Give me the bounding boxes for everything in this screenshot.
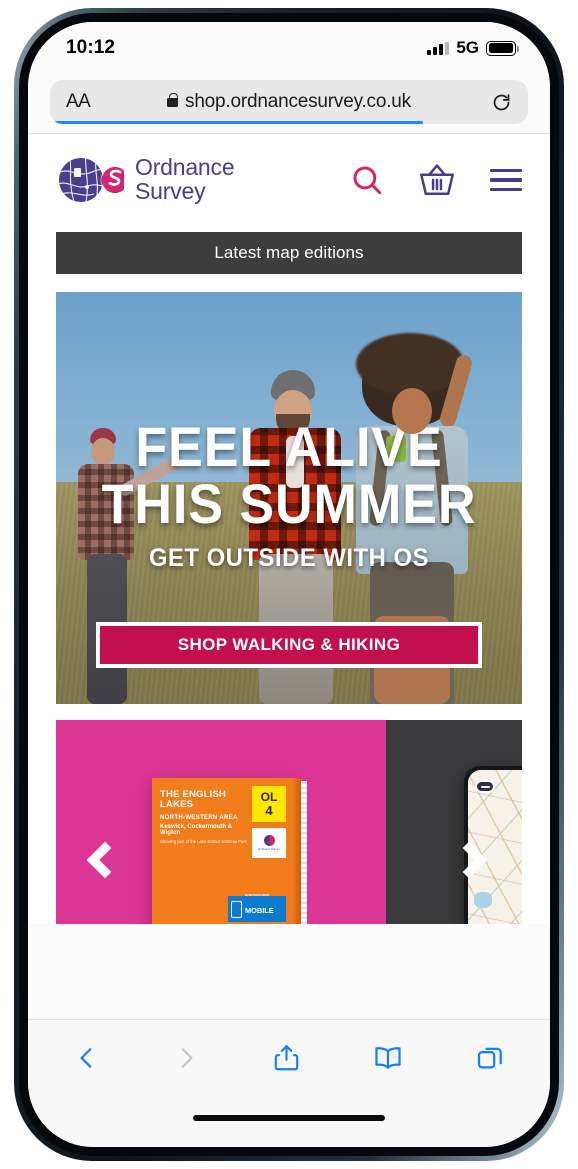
ribbon-label: Latest map editions — [214, 243, 364, 262]
chevron-left-icon — [86, 841, 124, 879]
carousel-prev-button[interactable] — [82, 837, 128, 883]
mobile-download-badge: NOW INCLUDES MOBILE DOWNLOAD — [228, 893, 286, 922]
address-bar[interactable]: AA shop.ordnancesurvey.co.uk — [50, 80, 528, 124]
brand-line-1: Ordnance — [135, 154, 235, 181]
book-icon[interactable] — [373, 1043, 403, 1078]
status-bar: 10:12 5G — [28, 22, 550, 74]
page-load-progress — [50, 121, 423, 124]
site-header: Ordnance Survey — [28, 134, 550, 226]
back-chevron-icon[interactable] — [74, 1043, 100, 1078]
map-area: NORTH-WESTERN AREA — [160, 813, 238, 821]
carousel-slide-maps[interactable]: THE ENGLISH LAKES NORTH-WESTERN AREA Kes… — [56, 720, 386, 924]
mobile-badge-text: NOW INCLUDES MOBILE DOWNLOAD — [245, 884, 274, 924]
map-sheet-prefix: OL — [260, 790, 278, 804]
screenshot-stage: 10:12 5G AA shop.ordnancesurvey.co.uk Or… — [0, 0, 578, 1169]
address-bar-center: shop.ordnancesurvey.co.uk — [50, 91, 528, 113]
map-sheet-number: 4 — [265, 803, 273, 818]
brand-line-2: Survey — [135, 178, 206, 204]
os-chip-caption: Ordnance Survey — [258, 848, 280, 851]
mobile-badge-line-1: NOW INCLUDES — [245, 892, 270, 897]
forward-chevron-icon — [173, 1043, 199, 1078]
status-indicators: 5G — [427, 38, 520, 58]
hero-banner[interactable]: FEEL ALIVE THIS SUMMER GET OUTSIDE WITH … — [56, 292, 522, 704]
os-logo-mini-icon — [263, 835, 275, 846]
cta-label: SHOP WALKING & HIKING — [177, 635, 401, 654]
mockup-water — [473, 892, 492, 908]
map-spine — [292, 778, 301, 924]
mobile-badge-line-2: MOBILE — [245, 905, 274, 915]
map-note: Showing part of the Lake District Nation… — [160, 838, 247, 844]
latest-map-editions-banner[interactable]: Latest map editions — [56, 232, 522, 274]
map-places: Keswick, Cockermouth & Wigton — [160, 823, 233, 836]
header-actions — [350, 163, 522, 197]
mockup-menu-icon — [475, 780, 495, 793]
status-clock: 10:12 — [66, 37, 116, 58]
carousel-slide-app[interactable] — [386, 720, 522, 924]
hero-headline-line-1: FEEL ALIVE — [135, 415, 443, 478]
url-text: shop.ordnancesurvey.co.uk — [185, 91, 411, 112]
os-explorer-map-product[interactable]: THE ENGLISH LAKES NORTH-WESTERN AREA Kes… — [152, 778, 307, 924]
safari-toolbar — [28, 1019, 550, 1147]
hero-copy: FEEL ALIVE THIS SUMMER GET OUTSIDE WITH … — [56, 415, 522, 573]
basket-icon[interactable] — [418, 163, 456, 197]
ordnance-survey-logo-icon — [58, 156, 128, 204]
hamburger-menu-icon[interactable] — [490, 168, 522, 192]
product-carousel[interactable]: THE ENGLISH LAKES NORTH-WESTERN AREA Kes… — [56, 720, 522, 924]
phone-screen: 10:12 5G AA shop.ordnancesurvey.co.uk Or… — [28, 22, 550, 1147]
home-indicator — [193, 1115, 385, 1121]
shop-walking-hiking-button[interactable]: SHOP WALKING & HIKING — [96, 622, 482, 668]
battery-icon — [486, 40, 520, 56]
reload-icon[interactable] — [491, 92, 512, 113]
tabs-icon[interactable] — [476, 1044, 504, 1077]
chevron-right-icon — [450, 841, 488, 879]
signal-bars-icon — [427, 41, 450, 55]
hero-headline-line-2: THIS SUMMER — [101, 472, 477, 536]
map-cover-titles: THE ENGLISH LAKES NORTH-WESTERN AREA Kes… — [160, 789, 248, 844]
lock-icon — [167, 92, 179, 107]
carousel-next-button[interactable] — [446, 837, 492, 883]
safari-toolbar-icons — [28, 1020, 550, 1079]
brand-wordmark: Ordnance Survey — [135, 154, 235, 204]
map-title: THE ENGLISH LAKES — [160, 789, 227, 811]
map-pages-edge — [300, 781, 307, 924]
site-logo[interactable]: Ordnance Survey — [58, 154, 235, 204]
map-sheet-badge: OL 4 — [252, 786, 286, 822]
search-icon[interactable] — [350, 163, 384, 197]
map-os-logo-chip: Ordnance Survey — [252, 828, 286, 858]
phone-icon — [231, 900, 242, 918]
map-cover: THE ENGLISH LAKES NORTH-WESTERN AREA Kes… — [152, 778, 292, 924]
hero-subheadline: GET OUTSIDE WITH OS — [148, 544, 430, 573]
network-label: 5G — [456, 38, 479, 57]
text-size-button[interactable]: AA — [66, 91, 91, 113]
web-page: Ordnance Survey Latest map editions FEEL… — [28, 134, 550, 924]
phone-frame: 10:12 5G AA shop.ordnancesurvey.co.uk Or… — [14, 8, 564, 1161]
share-icon[interactable] — [273, 1042, 300, 1079]
phone-body: 10:12 5G AA shop.ordnancesurvey.co.uk Or… — [19, 13, 559, 1156]
browser-address-area: AA shop.ordnancesurvey.co.uk — [28, 74, 550, 133]
